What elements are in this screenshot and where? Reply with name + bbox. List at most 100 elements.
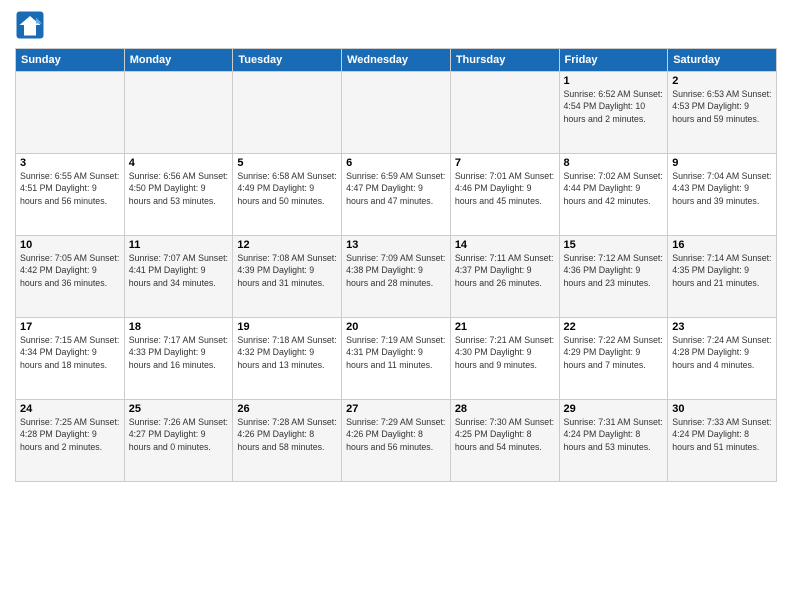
day-cell — [233, 72, 342, 154]
day-cell: 3Sunrise: 6:55 AM Sunset: 4:51 PM Daylig… — [16, 154, 125, 236]
day-info: Sunrise: 6:59 AM Sunset: 4:47 PM Dayligh… — [346, 170, 446, 207]
day-info: Sunrise: 7:15 AM Sunset: 4:34 PM Dayligh… — [20, 334, 120, 371]
day-info: Sunrise: 7:04 AM Sunset: 4:43 PM Dayligh… — [672, 170, 772, 207]
page: SundayMondayTuesdayWednesdayThursdayFrid… — [0, 0, 792, 612]
day-number: 14 — [455, 239, 555, 251]
day-cell: 27Sunrise: 7:29 AM Sunset: 4:26 PM Dayli… — [342, 400, 451, 482]
day-info: Sunrise: 7:08 AM Sunset: 4:39 PM Dayligh… — [237, 252, 337, 289]
day-number: 24 — [20, 403, 120, 415]
week-row-1: 1Sunrise: 6:52 AM Sunset: 4:54 PM Daylig… — [16, 72, 777, 154]
day-cell: 4Sunrise: 6:56 AM Sunset: 4:50 PM Daylig… — [124, 154, 233, 236]
week-row-4: 17Sunrise: 7:15 AM Sunset: 4:34 PM Dayli… — [16, 318, 777, 400]
day-number: 7 — [455, 157, 555, 169]
day-cell: 14Sunrise: 7:11 AM Sunset: 4:37 PM Dayli… — [450, 236, 559, 318]
day-info: Sunrise: 7:19 AM Sunset: 4:31 PM Dayligh… — [346, 334, 446, 371]
day-info: Sunrise: 7:33 AM Sunset: 4:24 PM Dayligh… — [672, 416, 772, 453]
calendar-header: SundayMondayTuesdayWednesdayThursdayFrid… — [16, 49, 777, 72]
day-info: Sunrise: 7:18 AM Sunset: 4:32 PM Dayligh… — [237, 334, 337, 371]
day-number: 8 — [564, 157, 664, 169]
day-cell: 25Sunrise: 7:26 AM Sunset: 4:27 PM Dayli… — [124, 400, 233, 482]
day-info: Sunrise: 7:30 AM Sunset: 4:25 PM Dayligh… — [455, 416, 555, 453]
day-cell: 9Sunrise: 7:04 AM Sunset: 4:43 PM Daylig… — [668, 154, 777, 236]
header-row: SundayMondayTuesdayWednesdayThursdayFrid… — [16, 49, 777, 72]
day-cell: 23Sunrise: 7:24 AM Sunset: 4:28 PM Dayli… — [668, 318, 777, 400]
day-cell: 2Sunrise: 6:53 AM Sunset: 4:53 PM Daylig… — [668, 72, 777, 154]
day-info: Sunrise: 7:02 AM Sunset: 4:44 PM Dayligh… — [564, 170, 664, 207]
header-cell-wednesday: Wednesday — [342, 49, 451, 72]
day-cell: 1Sunrise: 6:52 AM Sunset: 4:54 PM Daylig… — [559, 72, 668, 154]
week-row-5: 24Sunrise: 7:25 AM Sunset: 4:28 PM Dayli… — [16, 400, 777, 482]
day-cell: 16Sunrise: 7:14 AM Sunset: 4:35 PM Dayli… — [668, 236, 777, 318]
day-number: 6 — [346, 157, 446, 169]
day-info: Sunrise: 7:22 AM Sunset: 4:29 PM Dayligh… — [564, 334, 664, 371]
day-info: Sunrise: 7:28 AM Sunset: 4:26 PM Dayligh… — [237, 416, 337, 453]
day-info: Sunrise: 7:09 AM Sunset: 4:38 PM Dayligh… — [346, 252, 446, 289]
day-cell: 19Sunrise: 7:18 AM Sunset: 4:32 PM Dayli… — [233, 318, 342, 400]
day-cell: 30Sunrise: 7:33 AM Sunset: 4:24 PM Dayli… — [668, 400, 777, 482]
day-cell — [450, 72, 559, 154]
day-cell: 20Sunrise: 7:19 AM Sunset: 4:31 PM Dayli… — [342, 318, 451, 400]
day-cell: 10Sunrise: 7:05 AM Sunset: 4:42 PM Dayli… — [16, 236, 125, 318]
day-info: Sunrise: 7:11 AM Sunset: 4:37 PM Dayligh… — [455, 252, 555, 289]
day-info: Sunrise: 7:07 AM Sunset: 4:41 PM Dayligh… — [129, 252, 229, 289]
day-cell: 8Sunrise: 7:02 AM Sunset: 4:44 PM Daylig… — [559, 154, 668, 236]
day-info: Sunrise: 6:56 AM Sunset: 4:50 PM Dayligh… — [129, 170, 229, 207]
day-number: 17 — [20, 321, 120, 333]
day-number: 9 — [672, 157, 772, 169]
header-cell-friday: Friday — [559, 49, 668, 72]
day-number: 3 — [20, 157, 120, 169]
day-number: 25 — [129, 403, 229, 415]
logo — [15, 10, 49, 40]
day-number: 4 — [129, 157, 229, 169]
day-info: Sunrise: 6:53 AM Sunset: 4:53 PM Dayligh… — [672, 88, 772, 125]
header-cell-thursday: Thursday — [450, 49, 559, 72]
day-info: Sunrise: 7:21 AM Sunset: 4:30 PM Dayligh… — [455, 334, 555, 371]
header-cell-monday: Monday — [124, 49, 233, 72]
day-number: 21 — [455, 321, 555, 333]
day-cell: 21Sunrise: 7:21 AM Sunset: 4:30 PM Dayli… — [450, 318, 559, 400]
day-info: Sunrise: 7:24 AM Sunset: 4:28 PM Dayligh… — [672, 334, 772, 371]
day-info: Sunrise: 6:58 AM Sunset: 4:49 PM Dayligh… — [237, 170, 337, 207]
day-number: 30 — [672, 403, 772, 415]
day-cell: 24Sunrise: 7:25 AM Sunset: 4:28 PM Dayli… — [16, 400, 125, 482]
logo-icon — [15, 10, 45, 40]
day-number: 1 — [564, 75, 664, 87]
day-cell: 28Sunrise: 7:30 AM Sunset: 4:25 PM Dayli… — [450, 400, 559, 482]
day-number: 11 — [129, 239, 229, 251]
day-cell — [342, 72, 451, 154]
day-cell: 18Sunrise: 7:17 AM Sunset: 4:33 PM Dayli… — [124, 318, 233, 400]
week-row-2: 3Sunrise: 6:55 AM Sunset: 4:51 PM Daylig… — [16, 154, 777, 236]
day-cell: 13Sunrise: 7:09 AM Sunset: 4:38 PM Dayli… — [342, 236, 451, 318]
day-number: 28 — [455, 403, 555, 415]
day-cell: 26Sunrise: 7:28 AM Sunset: 4:26 PM Dayli… — [233, 400, 342, 482]
day-info: Sunrise: 7:05 AM Sunset: 4:42 PM Dayligh… — [20, 252, 120, 289]
day-cell: 12Sunrise: 7:08 AM Sunset: 4:39 PM Dayli… — [233, 236, 342, 318]
header-cell-saturday: Saturday — [668, 49, 777, 72]
day-number: 18 — [129, 321, 229, 333]
day-info: Sunrise: 7:12 AM Sunset: 4:36 PM Dayligh… — [564, 252, 664, 289]
day-number: 12 — [237, 239, 337, 251]
day-number: 20 — [346, 321, 446, 333]
day-number: 22 — [564, 321, 664, 333]
day-number: 26 — [237, 403, 337, 415]
day-cell: 6Sunrise: 6:59 AM Sunset: 4:47 PM Daylig… — [342, 154, 451, 236]
day-cell — [16, 72, 125, 154]
day-cell — [124, 72, 233, 154]
day-number: 5 — [237, 157, 337, 169]
day-info: Sunrise: 7:14 AM Sunset: 4:35 PM Dayligh… — [672, 252, 772, 289]
day-cell: 7Sunrise: 7:01 AM Sunset: 4:46 PM Daylig… — [450, 154, 559, 236]
day-cell: 29Sunrise: 7:31 AM Sunset: 4:24 PM Dayli… — [559, 400, 668, 482]
day-info: Sunrise: 6:52 AM Sunset: 4:54 PM Dayligh… — [564, 88, 664, 125]
day-number: 29 — [564, 403, 664, 415]
day-cell: 5Sunrise: 6:58 AM Sunset: 4:49 PM Daylig… — [233, 154, 342, 236]
day-info: Sunrise: 7:25 AM Sunset: 4:28 PM Dayligh… — [20, 416, 120, 453]
header-cell-tuesday: Tuesday — [233, 49, 342, 72]
week-row-3: 10Sunrise: 7:05 AM Sunset: 4:42 PM Dayli… — [16, 236, 777, 318]
day-info: Sunrise: 7:29 AM Sunset: 4:26 PM Dayligh… — [346, 416, 446, 453]
day-cell: 15Sunrise: 7:12 AM Sunset: 4:36 PM Dayli… — [559, 236, 668, 318]
day-number: 2 — [672, 75, 772, 87]
day-info: Sunrise: 6:55 AM Sunset: 4:51 PM Dayligh… — [20, 170, 120, 207]
day-info: Sunrise: 7:01 AM Sunset: 4:46 PM Dayligh… — [455, 170, 555, 207]
day-cell: 11Sunrise: 7:07 AM Sunset: 4:41 PM Dayli… — [124, 236, 233, 318]
day-info: Sunrise: 7:17 AM Sunset: 4:33 PM Dayligh… — [129, 334, 229, 371]
